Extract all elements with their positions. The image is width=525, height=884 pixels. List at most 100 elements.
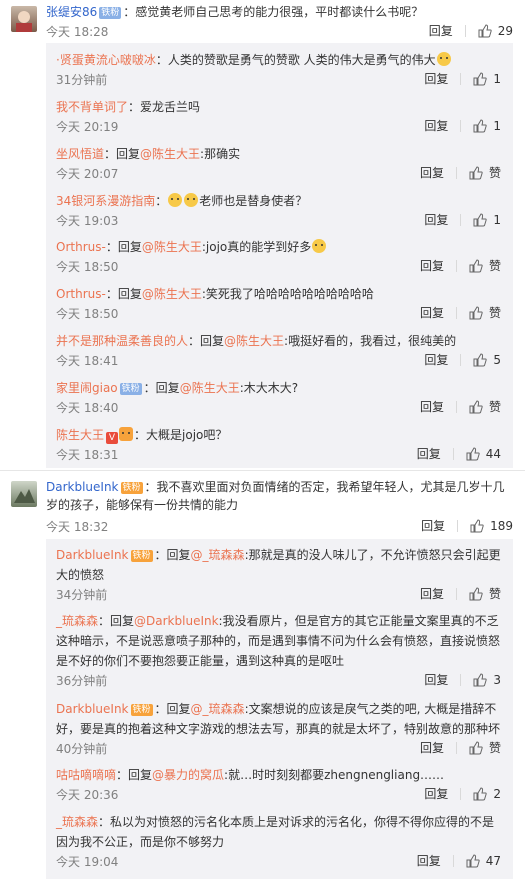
like-count: 赞 <box>488 741 501 755</box>
comment-username[interactable]: DarkblueInk <box>46 480 119 494</box>
like-icon[interactable] <box>473 786 488 801</box>
like-icon[interactable] <box>478 23 492 38</box>
like-icon[interactable] <box>473 352 488 367</box>
fan-badge: 铁粉 <box>119 383 142 395</box>
like-icon[interactable] <box>469 305 483 320</box>
mention-link[interactable]: @_琉森森 <box>191 548 245 562</box>
reply-item: _琉森森：回复@DarkblueInk:我没看原片，但是官方的其它正能量文案里真… <box>56 611 505 691</box>
reply-username[interactable]: 34银河系漫游指南 <box>56 194 155 208</box>
mention-link[interactable]: @暴力的窝瓜 <box>152 768 224 782</box>
reply-username[interactable]: _琉森森 <box>56 614 98 628</box>
like-icon[interactable] <box>466 446 480 461</box>
reply-item: 陈生大王 V ：大概是jojo吧？ 今天 18:31 回复 44 <box>56 425 505 465</box>
comment-text: ：感觉黄老师自己思考的能力很强，平时都读什么书呢？ <box>123 5 424 19</box>
reply-button[interactable]: 回复 <box>420 585 444 602</box>
reply-username[interactable]: 坐风悟道 <box>56 147 104 161</box>
fan-badge: 铁粉 <box>120 482 143 494</box>
reply-username[interactable]: 并不是那种温柔善良的人 <box>56 334 188 348</box>
reply-text-2: 老师也是替身使者？ <box>199 194 308 208</box>
mention-link[interactable]: @陈生大王 <box>142 287 202 301</box>
reply-prefix: ：回复 <box>105 240 142 254</box>
mention-link[interactable]: @陈生大王 <box>142 240 202 254</box>
like-icon[interactable] <box>469 258 483 273</box>
reply-button[interactable]: 回复 <box>424 117 448 134</box>
reply-list: ·贤蛋黄流心啵啵冰：人类的赞歌是勇气的赞歌 人类的伟大是勇气的伟大 31分钟前 … <box>46 43 513 468</box>
reply-username[interactable]: Orthrus- <box>56 287 106 301</box>
like-count: 赞 <box>488 306 501 320</box>
reply-username[interactable]: 家里闹giao <box>56 381 118 395</box>
like-icon[interactable] <box>469 586 483 601</box>
reply-button[interactable]: 回复 <box>421 517 445 534</box>
like-count: 44 <box>485 446 501 461</box>
like-icon[interactable] <box>473 71 488 86</box>
reply-prefix: ：回复 <box>154 548 191 562</box>
reply-text: ：人类的赞歌是勇气的赞歌 人类的伟大是勇气的伟大 <box>155 53 436 67</box>
reply-username[interactable]: _琉森森 <box>56 815 98 829</box>
like-icon[interactable] <box>469 399 483 414</box>
comment-line: DarkblueInk 铁粉 ：我不喜欢里面对负面情绪的否定，我希望年轻人，尤其是几… <box>46 478 513 514</box>
reply-username[interactable]: 咕咕嘀嘀嘀 <box>56 768 116 782</box>
fan-badge: 铁粉 <box>130 704 153 716</box>
reply-button[interactable]: 回复 <box>420 398 444 415</box>
fan-badge: 铁粉 <box>130 550 153 562</box>
like-icon[interactable] <box>470 518 484 533</box>
mention-link[interactable]: @陈生大王 <box>140 147 200 161</box>
reply-button[interactable]: 回复 <box>417 445 441 462</box>
reply-button[interactable]: 回复 <box>424 211 448 228</box>
reply-button[interactable]: 回复 <box>420 257 444 274</box>
like-icon[interactable] <box>466 853 480 868</box>
mention-link[interactable]: @DarkblueInk <box>134 614 219 628</box>
reply-username[interactable]: Orthrus- <box>56 240 106 254</box>
avatar[interactable] <box>11 481 37 507</box>
comment-username[interactable]: 张缇安86 <box>46 5 97 19</box>
like-icon[interactable] <box>473 672 488 687</box>
like-count: 赞 <box>488 400 501 414</box>
like-icon[interactable] <box>473 118 488 133</box>
mention-link[interactable]: @陈生大王 <box>180 381 240 395</box>
reply-item: 并不是那种温柔善良的人：回复@陈生大王:哦挺好看的，我看过，很纯美的 今天 18… <box>56 331 505 371</box>
reply-username[interactable]: 陈生大王 <box>56 428 104 442</box>
comment-actions: 回复 189 <box>421 517 513 534</box>
reply-item: _琉森森：私以为对愤怒的污名化本质上是对诉求的污名化，你得不得你应得的不是因为我… <box>56 812 505 872</box>
like-icon[interactable] <box>473 212 488 227</box>
thread-divider <box>0 470 525 471</box>
like-count: 3 <box>493 672 501 687</box>
avatar-image <box>16 11 32 32</box>
avatar[interactable] <box>11 6 37 32</box>
reply-button[interactable]: 回复 <box>420 164 444 181</box>
reply-item: Orthrus-：回复@陈生大王:jojo真的能学到好多 今天 18:50 回复… <box>56 237 505 277</box>
reply-text: ：大概是jojo吧？ <box>134 428 228 442</box>
reply-text: :笑死我了哈哈哈哈哈哈哈哈哈哈 <box>201 287 374 301</box>
reply-text: :木大木大? <box>239 381 299 395</box>
reply-prefix: ：回复 <box>98 614 135 628</box>
laugh-emoji-icon <box>312 239 327 253</box>
like-icon[interactable] <box>469 740 483 755</box>
reply-item: 坐风悟道：回复@陈生大王:那确实 今天 20:07 回复赞 <box>56 144 505 184</box>
reply-username[interactable]: DarkblueInk <box>56 548 129 562</box>
reply-text: :就…时时刻刻都要zhengnengliang…… <box>224 768 445 782</box>
reply-button[interactable]: 回复 <box>420 739 444 756</box>
reply-item: 咕咕嘀嘀嘀：回复@暴力的窝瓜:就…时时刻刻都要zhengnengliang…… … <box>56 765 505 805</box>
reply-button[interactable]: 回复 <box>424 70 448 87</box>
reply-text: :那确实 <box>200 147 241 161</box>
reply-username[interactable]: ·贤蛋黄流心啵啵冰 <box>56 53 156 67</box>
reply-list: DarkblueInk 铁粉 ：回复@_琉森森:那就是真的没人味儿了，不允许愤怒只会… <box>46 539 513 879</box>
reply-button[interactable]: 回复 <box>429 22 453 39</box>
mention-link[interactable]: @_琉森森 <box>191 702 245 716</box>
like-icon[interactable] <box>469 165 483 180</box>
reply-item: 我不背单词了：爱龙舌兰吗 今天 20:19 回复 1 <box>56 97 505 137</box>
avatar-image <box>14 489 35 503</box>
reply-button[interactable]: 回复 <box>420 304 444 321</box>
reply-username[interactable]: DarkblueInk <box>56 702 129 716</box>
like-count: 2 <box>493 786 501 801</box>
like-count: 1 <box>493 71 501 86</box>
mention-link[interactable]: @陈生大王 <box>224 334 284 348</box>
reply-button[interactable]: 回复 <box>424 351 448 368</box>
reply-button[interactable]: 回复 <box>417 852 441 869</box>
think-emoji-icon <box>184 193 199 207</box>
reply-item: 家里闹giao 铁粉 ：回复@陈生大王:木大木大? 今天 18:40 回复赞 <box>56 378 505 418</box>
reply-username[interactable]: 我不背单词了 <box>56 100 128 114</box>
like-count: 29 <box>497 23 513 38</box>
reply-button[interactable]: 回复 <box>424 785 448 802</box>
reply-button[interactable]: 回复 <box>424 671 448 688</box>
